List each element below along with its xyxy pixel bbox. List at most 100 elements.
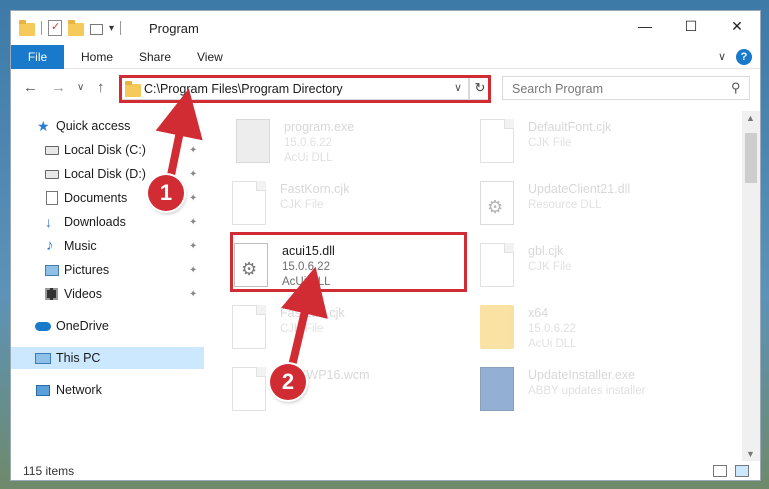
- music-icon: ♪: [46, 237, 54, 254]
- gear-icon: ⚙: [487, 197, 504, 217]
- folder-icon: [19, 19, 35, 36]
- pin-icon[interactable]: ✦: [189, 145, 197, 156]
- up-button[interactable]: ↑: [97, 79, 105, 96]
- file-item[interactable]: UpdateInstaller.exe ABBY updates install…: [480, 363, 720, 421]
- search-input[interactable]: Search Program ⚲: [502, 76, 750, 100]
- pin-icon[interactable]: ✦: [189, 217, 197, 228]
- refresh-button[interactable]: ↻: [469, 76, 491, 100]
- tab-share[interactable]: Share: [139, 50, 171, 64]
- tab-view[interactable]: View: [197, 50, 223, 64]
- file-name: UpdateClient21.dll: [528, 182, 631, 196]
- videos-icon: [45, 288, 58, 300]
- sidebar-item-videos[interactable]: Videos ✦: [11, 283, 204, 305]
- step-badge-1: 1: [148, 175, 184, 211]
- scroll-down-icon[interactable]: ▼: [746, 447, 755, 461]
- file-item[interactable]: FastKorn.cjk CJK File: [232, 177, 472, 235]
- scroll-thumb[interactable]: [745, 133, 757, 183]
- explorer-window: ▾ Program — ☐ ✕ File Home Share View ∨ ?…: [10, 10, 761, 481]
- folder-icon: [125, 81, 141, 97]
- file-item[interactable]: x64 15.0.6.22 AcUi DLL: [480, 301, 720, 359]
- address-path[interactable]: C:\Program Files\Program Directory: [144, 82, 343, 96]
- sidebar-item-label: Music: [64, 239, 97, 253]
- sidebar-item-label: Downloads: [64, 215, 126, 229]
- document-icon: [480, 119, 514, 163]
- address-bar[interactable]: C:\Program Files\Program Directory ∨: [119, 76, 469, 100]
- navigation-pane: ★ Quick access Local Disk (C:) ✦ Local D…: [11, 111, 204, 461]
- customize-toolbar-icon[interactable]: [90, 23, 103, 35]
- sidebar-item-this-pc[interactable]: This PC: [11, 347, 204, 369]
- expand-ribbon-icon[interactable]: ∨: [718, 50, 726, 63]
- file-item[interactable]: FastLtrd.cjk CJK File: [232, 301, 472, 359]
- document-icon: [480, 243, 514, 287]
- forward-button[interactable]: →: [51, 79, 66, 96]
- pin-icon[interactable]: ✦: [189, 241, 197, 252]
- file-detail: 15.0.6.22: [284, 137, 332, 149]
- file-item[interactable]: DefaultFont.cjk CJK File: [480, 115, 720, 173]
- sidebar-item-pictures[interactable]: Pictures ✦: [11, 259, 204, 281]
- onedrive-icon: [35, 321, 51, 331]
- pin-icon[interactable]: ✦: [189, 265, 197, 276]
- file-detail: 15.0.6.22: [528, 323, 576, 335]
- chevron-down-icon[interactable]: ∨: [454, 81, 462, 94]
- gear-icon: ⚙: [241, 259, 258, 279]
- pc-icon: [35, 352, 51, 364]
- sidebar-item-downloads[interactable]: ↓ Downloads ✦: [11, 211, 204, 233]
- search-placeholder: Search Program: [512, 82, 604, 96]
- file-name: gbl.cjk: [528, 244, 564, 258]
- document-icon: [232, 367, 266, 411]
- item-count: 115 items: [23, 464, 75, 478]
- sidebar-item-label: Documents: [64, 191, 128, 205]
- file-type: AcUi DLL: [282, 276, 331, 288]
- search-icon[interactable]: ⚲: [731, 80, 741, 96]
- file-name: FastLtrd.cjk: [280, 306, 345, 320]
- status-bar: 115 items: [11, 461, 760, 480]
- back-button[interactable]: ←: [23, 79, 38, 96]
- chevron-down-icon[interactable]: ▾: [109, 23, 114, 34]
- pin-icon[interactable]: ✦: [189, 289, 197, 300]
- minimize-button[interactable]: —: [622, 11, 668, 41]
- recent-locations-button[interactable]: ∨: [77, 82, 84, 93]
- maximize-button[interactable]: ☐: [668, 11, 714, 41]
- scroll-up-icon[interactable]: ▲: [746, 113, 755, 123]
- sidebar-item-quick-access[interactable]: ★ Quick access: [11, 115, 204, 137]
- help-icon[interactable]: ?: [736, 49, 752, 65]
- large-icons-view-icon[interactable]: [735, 465, 749, 477]
- separator: [41, 21, 42, 35]
- sidebar-item-onedrive[interactable]: OneDrive: [11, 315, 204, 337]
- sidebar-item-label: Videos: [64, 287, 102, 301]
- sidebar-item-label: Local Disk (D:): [64, 167, 146, 181]
- document-icon: [232, 181, 266, 225]
- dll-icon: ⚙: [234, 243, 268, 287]
- properties-icon[interactable]: [48, 20, 62, 36]
- file-item-acui15-dll[interactable]: ⚙ acui15.dll 15.0.6.22 AcUi DLL: [234, 239, 474, 297]
- file-item[interactable]: ENUWP16.wcm: [232, 363, 472, 421]
- file-type: AcUi DLL: [528, 338, 577, 350]
- file-name: x64: [528, 306, 549, 320]
- sidebar-item-network[interactable]: Network: [11, 379, 204, 401]
- sidebar-item-local-disk-c[interactable]: Local Disk (C:) ✦: [11, 139, 204, 161]
- network-icon: [36, 384, 50, 396]
- download-icon: ↓: [45, 214, 52, 230]
- file-detail: CJK File: [280, 199, 324, 211]
- new-folder-icon[interactable]: [68, 19, 84, 36]
- file-item[interactable]: gbl.cjk CJK File: [480, 239, 720, 297]
- close-button[interactable]: ✕: [714, 11, 760, 41]
- file-detail: 15.0.6.22: [282, 261, 330, 273]
- documents-icon: [46, 191, 58, 205]
- file-tab[interactable]: File: [11, 45, 64, 69]
- file-item[interactable]: program.exe 15.0.6.22 AcUi DLL: [236, 115, 476, 173]
- file-name: acui15.dll: [282, 244, 335, 258]
- ribbon: File Home Share View ∨ ?: [11, 45, 760, 69]
- sidebar-item-label: This PC: [56, 351, 101, 365]
- file-detail: CJK File: [528, 137, 572, 149]
- sidebar-item-music[interactable]: ♪ Music ✦: [11, 235, 204, 257]
- window-title: Program: [149, 21, 199, 36]
- pin-icon[interactable]: ✦: [189, 193, 197, 204]
- tab-home[interactable]: Home: [81, 50, 113, 64]
- details-view-icon[interactable]: [713, 465, 727, 477]
- file-item[interactable]: ⚙ UpdateClient21.dll Resource DLL: [480, 177, 720, 235]
- dll-icon: ⚙: [480, 181, 514, 225]
- pin-icon[interactable]: ✦: [189, 169, 197, 180]
- vertical-scrollbar[interactable]: ▲ ▼: [742, 111, 760, 461]
- installer-icon: [480, 367, 514, 411]
